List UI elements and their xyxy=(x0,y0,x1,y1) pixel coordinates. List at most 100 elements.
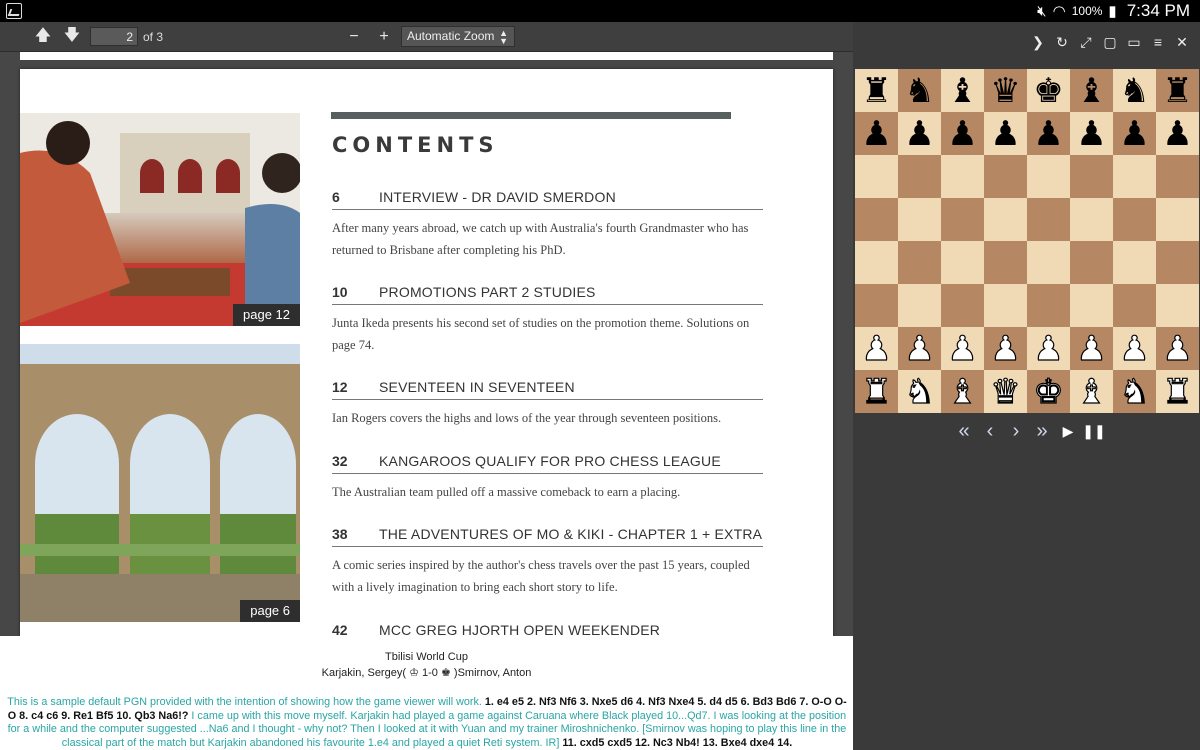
pdf-page: page 12 page 6 CONTENTS 6 INTERVIEW - DR … xyxy=(20,69,833,636)
black-rook-icon[interactable]: ♜ xyxy=(855,69,898,112)
menu-icon[interactable]: ≡ xyxy=(1148,32,1168,52)
board-square[interactable] xyxy=(1156,198,1199,241)
game-moves-text: This is a sample default PGN provided wi… xyxy=(4,696,850,750)
black-bishop-icon[interactable]: ♝ xyxy=(941,69,984,112)
black-pawn-icon[interactable]: ♟ xyxy=(1113,112,1156,155)
white-rook-icon[interactable]: ♜ xyxy=(1156,370,1199,413)
board-square[interactable] xyxy=(1027,284,1070,327)
black-pawn-icon[interactable]: ♟ xyxy=(1156,112,1199,155)
board-square[interactable] xyxy=(941,198,984,241)
black-pawn-icon[interactable]: ♟ xyxy=(984,112,1027,155)
contents-entry: 38 THE ADVENTURES OF MO & KIKI - CHAPTER … xyxy=(332,523,763,598)
black-knight-icon[interactable]: ♞ xyxy=(898,69,941,112)
first-move-icon[interactable]: « xyxy=(953,420,975,442)
window-icon[interactable]: ▭ xyxy=(1124,32,1144,52)
board-square[interactable] xyxy=(941,284,984,327)
board-square[interactable] xyxy=(984,241,1027,284)
pause-icon[interactable]: ❚❚ xyxy=(1082,420,1105,442)
black-pawn-icon[interactable]: ♟ xyxy=(898,112,941,155)
board-square[interactable] xyxy=(855,284,898,327)
mute-icon: 🔇︎ xyxy=(1037,2,1047,20)
board-square[interactable] xyxy=(984,284,1027,327)
zoom-out-button[interactable]: − xyxy=(343,27,365,47)
flip-board-icon[interactable]: ↻ xyxy=(1052,32,1072,52)
board-square[interactable] xyxy=(855,155,898,198)
close-icon[interactable]: ✕ xyxy=(1172,32,1192,52)
fullscreen-icon[interactable]: ⤢ xyxy=(1076,32,1096,52)
previous-move-icon[interactable]: ‹ xyxy=(979,420,1001,442)
university-arches-photo: page 6 xyxy=(20,344,300,622)
board-square[interactable] xyxy=(898,198,941,241)
board-square[interactable] xyxy=(1070,155,1113,198)
white-king-icon: ♔ xyxy=(409,667,419,679)
white-pawn-icon[interactable]: ♟ xyxy=(1156,327,1199,370)
select-caret-icon: ▲ ▼ xyxy=(499,28,508,46)
board-square[interactable] xyxy=(1113,198,1156,241)
black-rook-icon[interactable]: ♜ xyxy=(1156,69,1199,112)
board-square[interactable] xyxy=(1027,155,1070,198)
board-square[interactable] xyxy=(1070,241,1113,284)
chess-viewer-panel: ❯ ↻ ⤢ ▢ ▭ ≡ ✕ ♜ ♞ ♝ ♛ ♚ ♝ ♞ ♜ ♟ ♟ ♟ ♟ ♟ ♟ ♟ ♟ ♟ ♟ ♟ ♟ ♟ ♟ ♟ ♟ ♜ ♞… xyxy=(853,22,1200,750)
board-square[interactable] xyxy=(984,155,1027,198)
play-icon[interactable]: ▶ xyxy=(1057,420,1079,442)
contents-entry: 12 SEVENTEEN IN SEVENTEEN Ian Rogers cove… xyxy=(332,376,763,429)
black-pawn-icon[interactable]: ♟ xyxy=(1070,112,1113,155)
board-square[interactable] xyxy=(855,198,898,241)
white-queen-icon[interactable]: ♛ xyxy=(984,370,1027,413)
white-pawn-icon[interactable]: ♟ xyxy=(1070,327,1113,370)
black-knight-icon[interactable]: ♞ xyxy=(1113,69,1156,112)
board-square[interactable] xyxy=(1070,284,1113,327)
white-rook-icon[interactable]: ♜ xyxy=(855,370,898,413)
board-square[interactable] xyxy=(1070,198,1113,241)
chess-toolbar: ❯ ↻ ⤢ ▢ ▭ ≡ ✕ xyxy=(1028,32,1192,52)
black-pawn-icon[interactable]: ♟ xyxy=(855,112,898,155)
board-square[interactable] xyxy=(898,155,941,198)
last-move-icon[interactable]: » xyxy=(1031,420,1053,442)
white-pawn-icon[interactable]: ♟ xyxy=(898,327,941,370)
white-bishop-icon[interactable]: ♝ xyxy=(941,370,984,413)
board-square[interactable] xyxy=(1027,241,1070,284)
next-move-icon[interactable]: › xyxy=(1005,420,1027,442)
black-queen-icon[interactable]: ♛ xyxy=(984,69,1027,112)
board-square[interactable] xyxy=(1156,241,1199,284)
board-square[interactable] xyxy=(984,198,1027,241)
game-moves[interactable]: 11. cxd5 cxd5 12. Nc3 Nb4! 13. Bxe4 dxe4… xyxy=(562,737,792,749)
white-king-icon[interactable]: ♚ xyxy=(1027,370,1070,413)
page-number-input[interactable] xyxy=(90,27,138,46)
board-square[interactable] xyxy=(1156,284,1199,327)
board-square[interactable] xyxy=(1113,284,1156,327)
black-king-icon[interactable]: ♚ xyxy=(1027,69,1070,112)
entry-title: SEVENTEEN IN SEVENTEEN xyxy=(379,379,575,395)
black-pawn-icon[interactable]: ♟ xyxy=(1027,112,1070,155)
white-pawn-icon[interactable]: ♟ xyxy=(1113,327,1156,370)
white-pawn-icon[interactable]: ♟ xyxy=(1027,327,1070,370)
battery-icon: ▮ xyxy=(1108,3,1117,20)
board-square[interactable] xyxy=(898,284,941,327)
board-square[interactable] xyxy=(1156,155,1199,198)
pdf-toolbar: 🡅 🡇 of 3 − + Automatic Zoom ▲▼ xyxy=(0,22,853,52)
board-square[interactable] xyxy=(941,241,984,284)
white-knight-icon[interactable]: ♞ xyxy=(1113,370,1156,413)
black-pawn-icon[interactable]: ♟ xyxy=(941,112,984,155)
white-pawn-icon[interactable]: ♟ xyxy=(855,327,898,370)
board-square[interactable] xyxy=(1113,155,1156,198)
zoom-select[interactable]: Automatic Zoom ▲ ▼ xyxy=(401,26,515,47)
board-square[interactable] xyxy=(898,241,941,284)
zoom-in-button[interactable]: + xyxy=(373,27,395,47)
white-knight-icon[interactable]: ♞ xyxy=(898,370,941,413)
chess-board[interactable]: ♜ ♞ ♝ ♛ ♚ ♝ ♞ ♜ ♟ ♟ ♟ ♟ ♟ ♟ ♟ ♟ ♟ ♟ ♟ ♟ ♟ ♟ ♟ ♟ ♜ ♞ ♝ ♛ ♚ ♝ ♞ ♜ xyxy=(855,69,1199,413)
previous-page-button[interactable]: 🡅 xyxy=(32,27,54,47)
entry-page-number: 42 xyxy=(332,622,348,636)
board-square[interactable] xyxy=(1027,198,1070,241)
board-square[interactable] xyxy=(1113,241,1156,284)
black-bishop-icon[interactable]: ♝ xyxy=(1070,69,1113,112)
contents-heading-bar xyxy=(331,112,731,119)
board-square[interactable] xyxy=(941,155,984,198)
board-square[interactable] xyxy=(855,241,898,284)
next-page-button[interactable]: 🡇 xyxy=(61,27,83,47)
chevron-right-icon[interactable]: ❯ xyxy=(1028,32,1048,52)
white-bishop-icon[interactable]: ♝ xyxy=(1070,370,1113,413)
white-pawn-icon[interactable]: ♟ xyxy=(984,327,1027,370)
square-icon[interactable]: ▢ xyxy=(1100,32,1120,52)
white-pawn-icon[interactable]: ♟ xyxy=(941,327,984,370)
